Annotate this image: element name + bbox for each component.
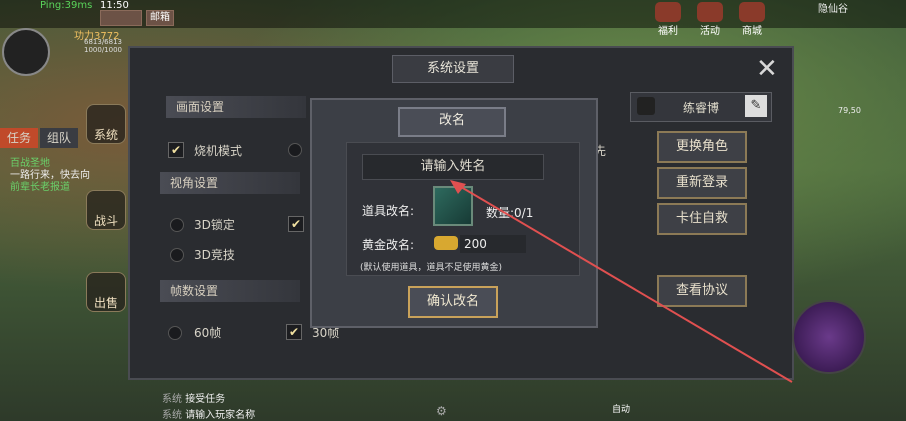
annotation-arrow xyxy=(450,180,793,383)
gear-icon[interactable]: ⚙ xyxy=(436,404,447,418)
chat-line-2: 系统 请输入玩家名称 xyxy=(162,410,256,421)
skill-orb[interactable] xyxy=(792,300,866,374)
chat-line-1: 系统 接受任务 xyxy=(162,394,226,405)
auto-button[interactable]: 自动 xyxy=(612,402,630,415)
